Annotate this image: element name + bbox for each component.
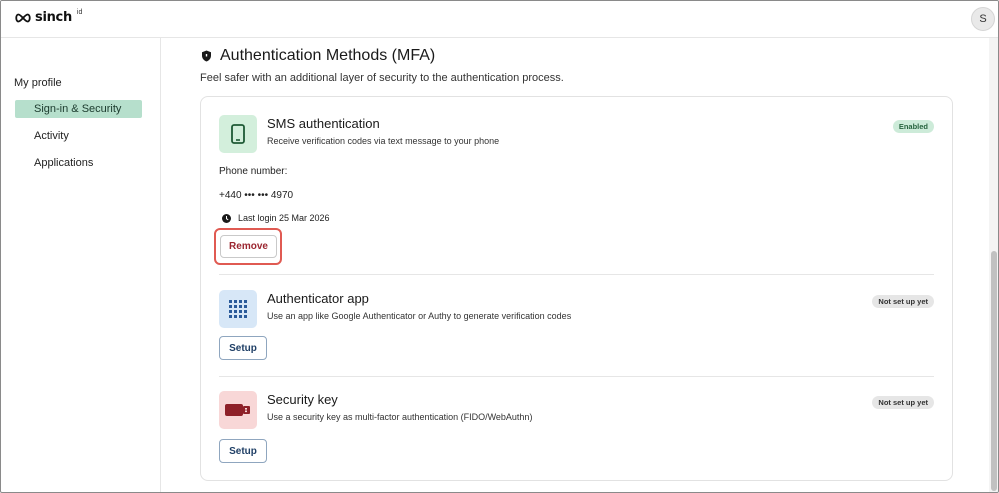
sidebar: My profile Sign-in & Security Activity A… — [1, 38, 161, 492]
remove-button[interactable]: Remove — [220, 235, 277, 258]
authenticator-title: Authenticator app — [267, 291, 369, 306]
usb-key-icon — [225, 404, 250, 416]
divider — [219, 376, 934, 377]
authenticator-method: Authenticator app Use an app like Google… — [219, 290, 934, 370]
brand-name: sinch — [35, 10, 72, 25]
top-bar: sinch id S — [1, 1, 998, 38]
app-window: sinch id S My profile Sign-in & Security… — [0, 0, 999, 493]
sms-method: SMS authentication Receive verification … — [219, 115, 934, 275]
infinity-logo-icon — [15, 13, 31, 22]
divider — [219, 274, 934, 275]
brand-superscript: id — [76, 9, 83, 16]
security-key-icon-tile — [219, 391, 257, 429]
sidebar-item-applications[interactable]: Applications — [15, 154, 142, 172]
shield-icon — [202, 50, 211, 62]
mfa-methods-card: SMS authentication Receive verification … — [200, 96, 953, 481]
phone-number-label: Phone number: — [219, 166, 288, 177]
sinch-logo[interactable]: sinch id — [14, 9, 83, 25]
security-key-method: Security key Use a security key as multi… — [219, 391, 934, 471]
authenticator-icon-tile — [219, 290, 257, 328]
section-subtitle: Feel safer with an additional layer of s… — [200, 72, 564, 84]
scrollbar-thumb[interactable] — [991, 251, 997, 491]
clock-icon — [222, 213, 231, 223]
authenticator-setup-button[interactable]: Setup — [219, 336, 267, 360]
security-key-setup-button[interactable]: Setup — [219, 439, 267, 463]
security-key-description: Use a security key as multi-factor authe… — [267, 412, 533, 422]
status-badge-enabled: Enabled — [892, 120, 934, 133]
remove-button-highlight: Remove — [214, 228, 282, 265]
section-header: Authentication Methods (MFA) — [201, 47, 435, 65]
last-login-text: Last login 25 Mar 2026 — [238, 213, 330, 223]
authenticator-description: Use an app like Google Authenticator or … — [267, 311, 572, 321]
section-title: Authentication Methods (MFA) — [220, 47, 436, 64]
security-key-title: Security key — [267, 392, 338, 407]
phone-icon — [231, 124, 245, 144]
sms-icon-tile — [219, 115, 257, 153]
avatar[interactable]: S — [971, 7, 995, 31]
keypad-grid-icon — [229, 300, 247, 318]
sidebar-item-sign-in-security[interactable]: Sign-in & Security — [15, 100, 142, 118]
sms-description: Receive verification codes via text mess… — [267, 136, 500, 146]
last-login: Last login 25 Mar 2026 — [222, 213, 330, 223]
sidebar-heading: My profile — [14, 77, 62, 89]
sms-title: SMS authentication — [267, 116, 380, 131]
sidebar-item-activity[interactable]: Activity — [15, 127, 142, 145]
phone-number-value: +440 ••• ••• 4970 — [219, 190, 294, 201]
status-badge-not-set: Not set up yet — [872, 396, 934, 409]
status-badge-not-set: Not set up yet — [872, 295, 934, 308]
